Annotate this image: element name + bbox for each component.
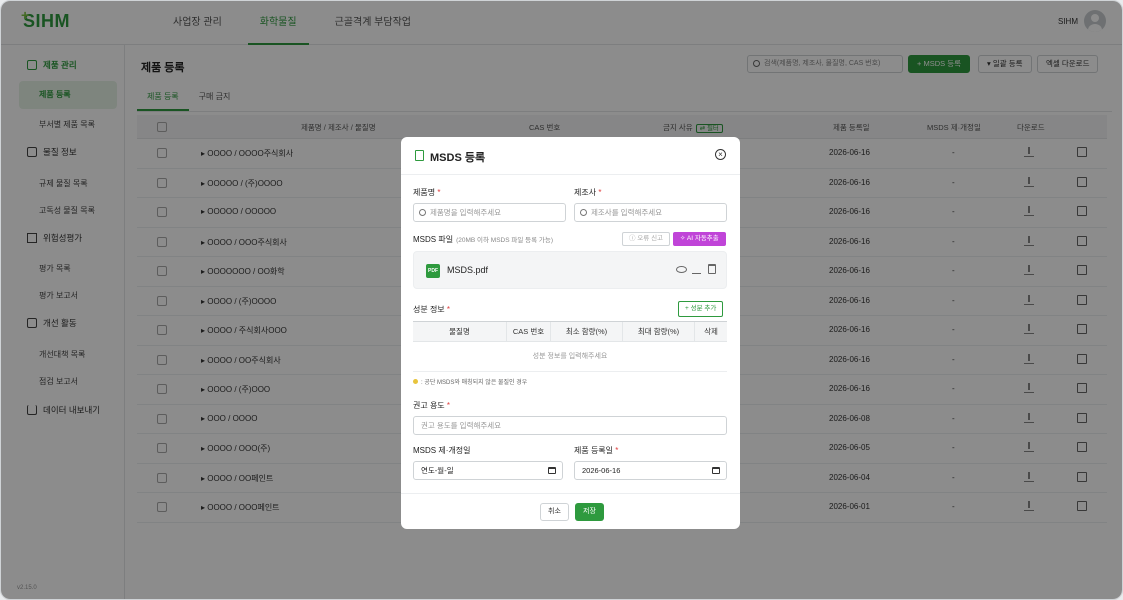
- maker-label-text: 제조사: [574, 188, 597, 197]
- required-mark: *: [598, 188, 602, 197]
- msds-date-label: MSDS 제·개정일: [413, 446, 471, 455]
- reg-date-label: 제품 등록일 *: [574, 445, 618, 456]
- file-name: MSDS.pdf: [447, 265, 489, 275]
- product-name-input[interactable]: 제품명을 입력해주세요: [413, 203, 566, 222]
- add-component-button[interactable]: + 성분 추가: [678, 301, 724, 317]
- msds-date-value: 연도-월-일: [421, 466, 454, 475]
- error-report-button[interactable]: ⓘ 오류 신고: [622, 232, 671, 246]
- calendar-icon[interactable]: [712, 467, 720, 474]
- maker-input[interactable]: 제조사를 입력해주세요: [574, 203, 727, 222]
- reg-date-label-text: 제품 등록일: [574, 446, 614, 455]
- uploaded-file: PDF MSDS.pdf: [413, 251, 727, 289]
- reg-date-input[interactable]: 2026-06-16: [574, 461, 727, 480]
- comp-col-max: 최대 함량(%): [623, 322, 695, 341]
- modal-footer: 취소 저장: [401, 493, 740, 529]
- usage-input[interactable]: 권고 용도를 입력해주세요: [413, 416, 727, 435]
- close-icon[interactable]: ×: [715, 149, 726, 160]
- product-name-placeholder: 제품명을 입력해주세요: [430, 208, 502, 217]
- required-mark: *: [615, 446, 619, 455]
- comp-col-name: 물질명: [413, 322, 507, 341]
- component-table-header: 물질명 CAS 번호 최소 함량(%) 최대 함량(%) 삭제: [413, 322, 727, 342]
- view-icon[interactable]: [676, 266, 687, 273]
- legend-note-text: : 공단 MSDS와 매칭되지 않은 물질인 경우: [421, 380, 528, 386]
- msds-file-label-text: MSDS 파일: [413, 235, 454, 244]
- search-icon: [580, 209, 587, 216]
- app-window: + SIHM 사업장 관리 화학물질 근골격계 부담작업 SIHM 제품 관리 제…: [0, 0, 1123, 600]
- ai-extract-button[interactable]: ✧ AI 자동추출: [673, 232, 726, 246]
- comp-col-cas: CAS 번호: [507, 322, 551, 341]
- usage-label: 권고 용도 *: [413, 400, 450, 411]
- required-mark: *: [446, 401, 451, 410]
- usage-label-text: 권고 용도: [413, 401, 445, 410]
- component-empty-message: 성분 정보를 입력해주세요: [413, 342, 727, 372]
- maker-label: 제조사 *: [574, 187, 601, 198]
- msds-date-input[interactable]: 연도-월-일: [413, 461, 563, 480]
- unmatched-dot-icon: [413, 379, 418, 384]
- required-mark: *: [446, 305, 451, 314]
- reg-date-value: 2026-06-16: [582, 466, 621, 475]
- comp-col-delete: 삭제: [704, 327, 718, 336]
- product-name-label-text: 제품명: [413, 188, 436, 197]
- maker-placeholder: 제조사를 입력해주세요: [591, 208, 663, 217]
- product-name-label: 제품명 *: [413, 187, 440, 198]
- calendar-icon[interactable]: [548, 467, 556, 474]
- save-button[interactable]: 저장: [575, 503, 604, 521]
- msds-file-hint: (20MB 이하 MSDS 파일 등록 가능): [456, 237, 554, 244]
- delete-icon[interactable]: [708, 264, 716, 274]
- cancel-button[interactable]: 취소: [540, 503, 569, 521]
- modal-header: MSDS 등록 ×: [401, 137, 740, 175]
- msds-register-modal: MSDS 등록 × 제품명 * 제품명을 입력해주세요 제조사 * 제조사를 입…: [401, 137, 740, 529]
- component-label-text: 성분 정보: [413, 305, 445, 314]
- download-icon[interactable]: [692, 264, 701, 274]
- pdf-icon: PDF: [426, 264, 440, 278]
- search-icon: [419, 209, 426, 216]
- component-table: 물질명 CAS 번호 최소 함량(%) 최대 함량(%) 삭제 성분 정보를 입…: [413, 321, 727, 372]
- required-mark: *: [437, 188, 441, 197]
- legend-note: : 공단 MSDS와 매칭되지 않은 물질인 경우: [413, 377, 527, 386]
- modal-title: MSDS 등록: [430, 152, 486, 164]
- component-label: 성분 정보 *: [413, 304, 450, 315]
- msds-file-label: MSDS 파일 (20MB 이하 MSDS 파일 등록 가능): [413, 234, 553, 245]
- comp-col-min: 최소 함량(%): [551, 322, 623, 341]
- document-icon: [415, 150, 424, 161]
